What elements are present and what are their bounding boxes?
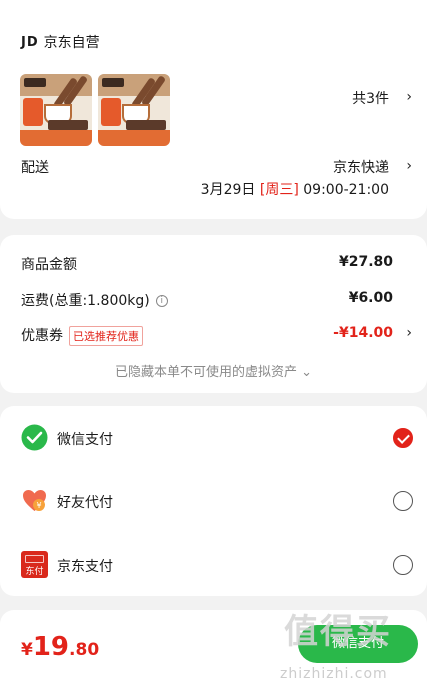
product-thumbnail[interactable]	[98, 74, 170, 146]
watermark-url: zhizhizhi.com	[280, 666, 388, 682]
payment-option-wechat[interactable]: 微信支付	[0, 418, 427, 458]
delivery-window: 09:00-21:00	[303, 182, 389, 198]
friend-pay-icon: ¥	[23, 490, 46, 511]
svg-text:¥: ¥	[36, 501, 41, 510]
delivery-label: 配送	[21, 160, 49, 176]
coupon-value[interactable]: -¥14.00	[333, 325, 393, 341]
product-thumbnail[interactable]	[20, 74, 92, 146]
shop-header[interactable]: JD 京东自营	[21, 32, 100, 52]
total-integer: 19	[32, 632, 70, 662]
chevron-right-icon[interactable]: ›	[406, 158, 412, 174]
payment-radio[interactable]	[393, 555, 413, 575]
delivery-method[interactable]: 京东快递	[333, 157, 389, 177]
shipping-value: ¥6.00	[348, 290, 393, 306]
wechat-pay-icon	[21, 424, 48, 451]
delivery-weekday: [周三]	[259, 182, 299, 198]
goods-amount-value: ¥27.80	[338, 254, 393, 270]
payment-label: 微信支付	[57, 432, 113, 448]
delivery-date: 3月29日	[200, 182, 256, 198]
coupon-label: 优惠券	[21, 328, 63, 344]
shipping-label: 运费(总重:1.800kg)	[21, 293, 150, 309]
coupon-label-row[interactable]: 优惠券 已选推荐优惠	[21, 325, 143, 346]
chevron-right-icon[interactable]: ›	[406, 325, 412, 341]
delivery-time[interactable]: 3月29日 [周三] 09:00-21:00	[201, 179, 389, 199]
total-price: ¥19.80	[21, 632, 99, 662]
goods-amount-label: 商品金额	[21, 257, 77, 273]
hidden-assets-toggle[interactable]: 已隐藏本单不可使用的虚拟资产 ⌄	[0, 361, 427, 380]
currency-symbol: ¥	[21, 640, 33, 660]
chevron-right-icon[interactable]: ›	[406, 89, 412, 105]
payment-option-jd[interactable]: 东付 京东支付	[0, 545, 427, 585]
jd-pay-icon: 东付	[21, 551, 48, 578]
info-icon[interactable]: i	[155, 295, 168, 307]
payment-radio[interactable]	[393, 491, 413, 511]
coupon-tag: 已选推荐优惠	[69, 326, 143, 346]
shipping-label-row: 运费(总重:1.800kg) i	[21, 290, 168, 310]
item-count[interactable]: 共3件	[352, 88, 389, 108]
watermark: 值得买 zhizhizhi.com	[276, 604, 427, 692]
jd-logo: JD	[21, 34, 39, 50]
shop-name: 京东自营	[43, 35, 100, 51]
payment-label: 京东支付	[57, 559, 113, 575]
watermark-logo: 值得买	[284, 612, 392, 652]
total-decimal: .80	[69, 640, 100, 660]
payment-option-friend[interactable]: ¥ 好友代付	[0, 481, 427, 521]
payment-radio-checked[interactable]	[393, 428, 413, 448]
payment-label: 好友代付	[57, 495, 113, 511]
